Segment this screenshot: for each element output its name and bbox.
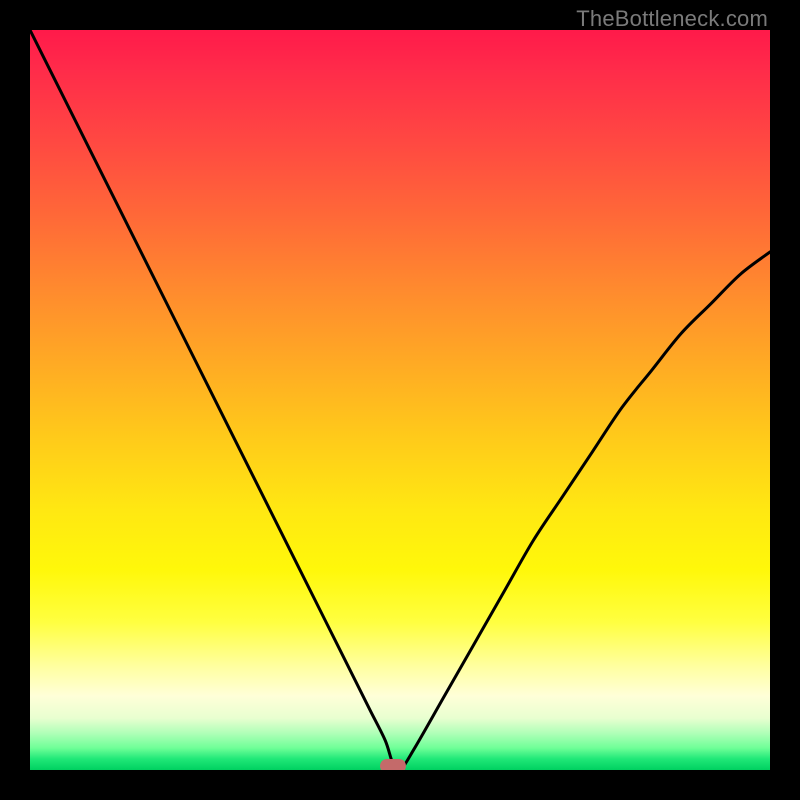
minimum-marker [380,759,406,770]
plot-area [30,30,770,770]
outer-frame: TheBottleneck.com [0,0,800,800]
curve-svg [30,30,770,770]
watermark-text: TheBottleneck.com [576,6,768,32]
bottleneck-curve [30,30,770,770]
